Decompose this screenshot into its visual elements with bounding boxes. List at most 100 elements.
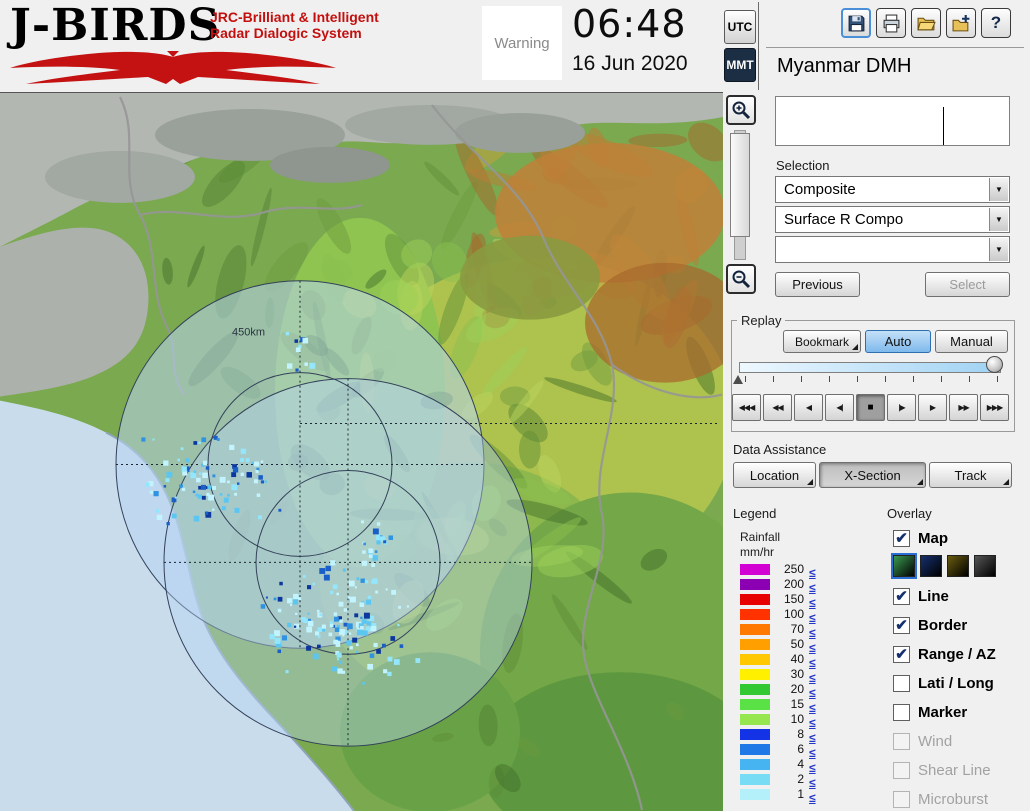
legend-threshold-link[interactable]: ≤ bbox=[809, 583, 816, 594]
option-dropdown[interactable]: ▼ bbox=[775, 236, 1010, 263]
overlay-item-label: Shear Line bbox=[918, 762, 991, 779]
slider-tick bbox=[801, 376, 802, 382]
chevron-down-icon[interactable]: ▼ bbox=[989, 208, 1008, 231]
overlay-item-label: Line bbox=[918, 588, 949, 605]
legend-threshold-link[interactable]: ≤ bbox=[809, 778, 816, 789]
playback-step-forward[interactable]: |▶ bbox=[887, 394, 916, 421]
overlay-list: ✔Map✔Line✔Border✔Range / AZLati / LongMa… bbox=[893, 526, 1029, 811]
replay-slider-track[interactable] bbox=[739, 362, 1001, 373]
legend-threshold-link[interactable]: ≤ bbox=[809, 613, 816, 624]
playback-rewind-start[interactable]: ◀◀◀ bbox=[732, 394, 761, 421]
slider-tick bbox=[857, 376, 858, 382]
previous-button[interactable]: Previous bbox=[775, 272, 860, 297]
help-button[interactable]: ? bbox=[981, 8, 1011, 38]
assist-location[interactable]: Location bbox=[733, 462, 816, 488]
manual-button[interactable]: Manual bbox=[935, 330, 1008, 353]
assist-x-section[interactable]: X-Section bbox=[819, 462, 926, 488]
checkbox-wind bbox=[893, 733, 910, 750]
map-style-1[interactable] bbox=[893, 555, 915, 577]
slider-tick bbox=[941, 376, 942, 382]
playback-fast-forward[interactable]: ▶▶ bbox=[949, 394, 978, 421]
legend-threshold-link[interactable]: ≤ bbox=[809, 673, 816, 684]
legend-threshold-link[interactable]: ≤ bbox=[809, 763, 816, 774]
zoom-in-icon bbox=[731, 100, 751, 120]
legend-row: 8≤ bbox=[740, 729, 816, 740]
checkbox-map[interactable]: ✔ bbox=[893, 530, 910, 547]
checkbox-shear-line bbox=[893, 762, 910, 779]
save-button[interactable] bbox=[841, 8, 871, 38]
legend-threshold-link[interactable]: ≤ bbox=[809, 568, 816, 579]
legend-threshold-link[interactable]: ≤ bbox=[809, 598, 816, 609]
map-style-2[interactable] bbox=[920, 555, 942, 577]
legend-row: 250≤ bbox=[740, 564, 816, 575]
print-button[interactable] bbox=[876, 8, 906, 38]
bookmark-button[interactable]: Bookmark bbox=[783, 330, 861, 353]
auto-button[interactable]: Auto bbox=[865, 330, 931, 353]
legend-threshold-link[interactable]: ≤ bbox=[809, 748, 816, 759]
playback-play-reverse[interactable]: ◀ bbox=[794, 394, 823, 421]
legend-threshold-link[interactable]: ≤ bbox=[809, 793, 816, 804]
legend-row: 150≤ bbox=[740, 594, 816, 605]
legend-threshold-link[interactable]: ≤ bbox=[809, 658, 816, 669]
checkbox-lati-long[interactable] bbox=[893, 675, 910, 692]
overlay-item-range-az: ✔Range / AZ bbox=[893, 642, 1029, 666]
utc-button[interactable]: UTC bbox=[724, 10, 756, 44]
legend-value: 30 bbox=[776, 669, 804, 680]
composite-dropdown[interactable]: Composite ▼ bbox=[775, 176, 1010, 203]
data-assistance-label: Data Assistance bbox=[733, 442, 826, 457]
legend-row: 15≤ bbox=[740, 699, 816, 710]
legend-threshold-link[interactable]: ≤ bbox=[809, 628, 816, 639]
legend-row: 20≤ bbox=[740, 684, 816, 695]
legend-swatch bbox=[740, 669, 770, 680]
playback-stop[interactable]: ■ bbox=[856, 394, 885, 421]
legend-threshold-link[interactable]: ≤ bbox=[809, 718, 816, 729]
assist-track[interactable]: Track bbox=[929, 462, 1012, 488]
slider-start-marker bbox=[733, 375, 743, 384]
product-list-box[interactable] bbox=[775, 96, 1010, 146]
legend-unit-line1: Rainfall bbox=[740, 530, 780, 544]
playback-step-back[interactable]: ◀| bbox=[825, 394, 854, 421]
open-file-button[interactable] bbox=[911, 8, 941, 38]
checkbox-marker[interactable] bbox=[893, 704, 910, 721]
product-dropdown[interactable]: Surface R Compo ▼ bbox=[775, 206, 1010, 233]
legend-threshold-link[interactable]: ≤ bbox=[809, 688, 816, 699]
map-style-3[interactable] bbox=[947, 555, 969, 577]
eagle-logo-icon bbox=[8, 50, 338, 86]
playback-forward-end[interactable]: ▶▶▶ bbox=[980, 394, 1009, 421]
legend-threshold-link[interactable]: ≤ bbox=[809, 703, 816, 714]
zoom-slider-thumb[interactable] bbox=[730, 133, 750, 237]
zoom-in-button[interactable] bbox=[726, 95, 756, 125]
legend-threshold-link[interactable]: ≤ bbox=[809, 733, 816, 744]
slider-tick bbox=[745, 376, 746, 382]
warning-indicator[interactable]: Warning bbox=[482, 6, 562, 80]
legend-swatch bbox=[740, 714, 770, 725]
overlay-label: Overlay bbox=[887, 506, 932, 521]
legend-unit-line2: mm/hr bbox=[740, 545, 774, 559]
legend-row: 70≤ bbox=[740, 624, 816, 635]
clock-time: 06:48 bbox=[572, 2, 687, 46]
playback-play[interactable]: ▶ bbox=[918, 394, 947, 421]
chevron-down-icon[interactable]: ▼ bbox=[989, 178, 1008, 201]
radar-map[interactable]: 450km bbox=[0, 92, 723, 811]
chevron-down-icon[interactable]: ▼ bbox=[989, 238, 1008, 261]
replay-slider-thumb[interactable] bbox=[986, 356, 1003, 373]
warning-label: Warning bbox=[494, 35, 549, 52]
map-style-4[interactable] bbox=[974, 555, 996, 577]
legend-row: 2≤ bbox=[740, 774, 816, 785]
zoom-out-button[interactable] bbox=[726, 264, 756, 294]
mmt-button[interactable]: MMT bbox=[724, 48, 756, 82]
legend-swatch bbox=[740, 654, 770, 665]
header-bar: J-BIRDS JRC-Brilliant & Intelligent Rada… bbox=[0, 0, 1030, 92]
checkbox-line[interactable]: ✔ bbox=[893, 588, 910, 605]
playback-rewind[interactable]: ◀◀ bbox=[763, 394, 792, 421]
legend-swatch bbox=[740, 579, 770, 590]
checkbox-range-az[interactable]: ✔ bbox=[893, 646, 910, 663]
import-data-button[interactable] bbox=[946, 8, 976, 38]
legend-threshold-link[interactable]: ≤ bbox=[809, 643, 816, 654]
radar-map-canvas: 450km bbox=[0, 93, 723, 811]
legend-value: 15 bbox=[776, 699, 804, 710]
legend-swatch bbox=[740, 774, 770, 785]
legend-row: 40≤ bbox=[740, 654, 816, 665]
select-button[interactable]: Select bbox=[925, 272, 1010, 297]
checkbox-border[interactable]: ✔ bbox=[893, 617, 910, 634]
